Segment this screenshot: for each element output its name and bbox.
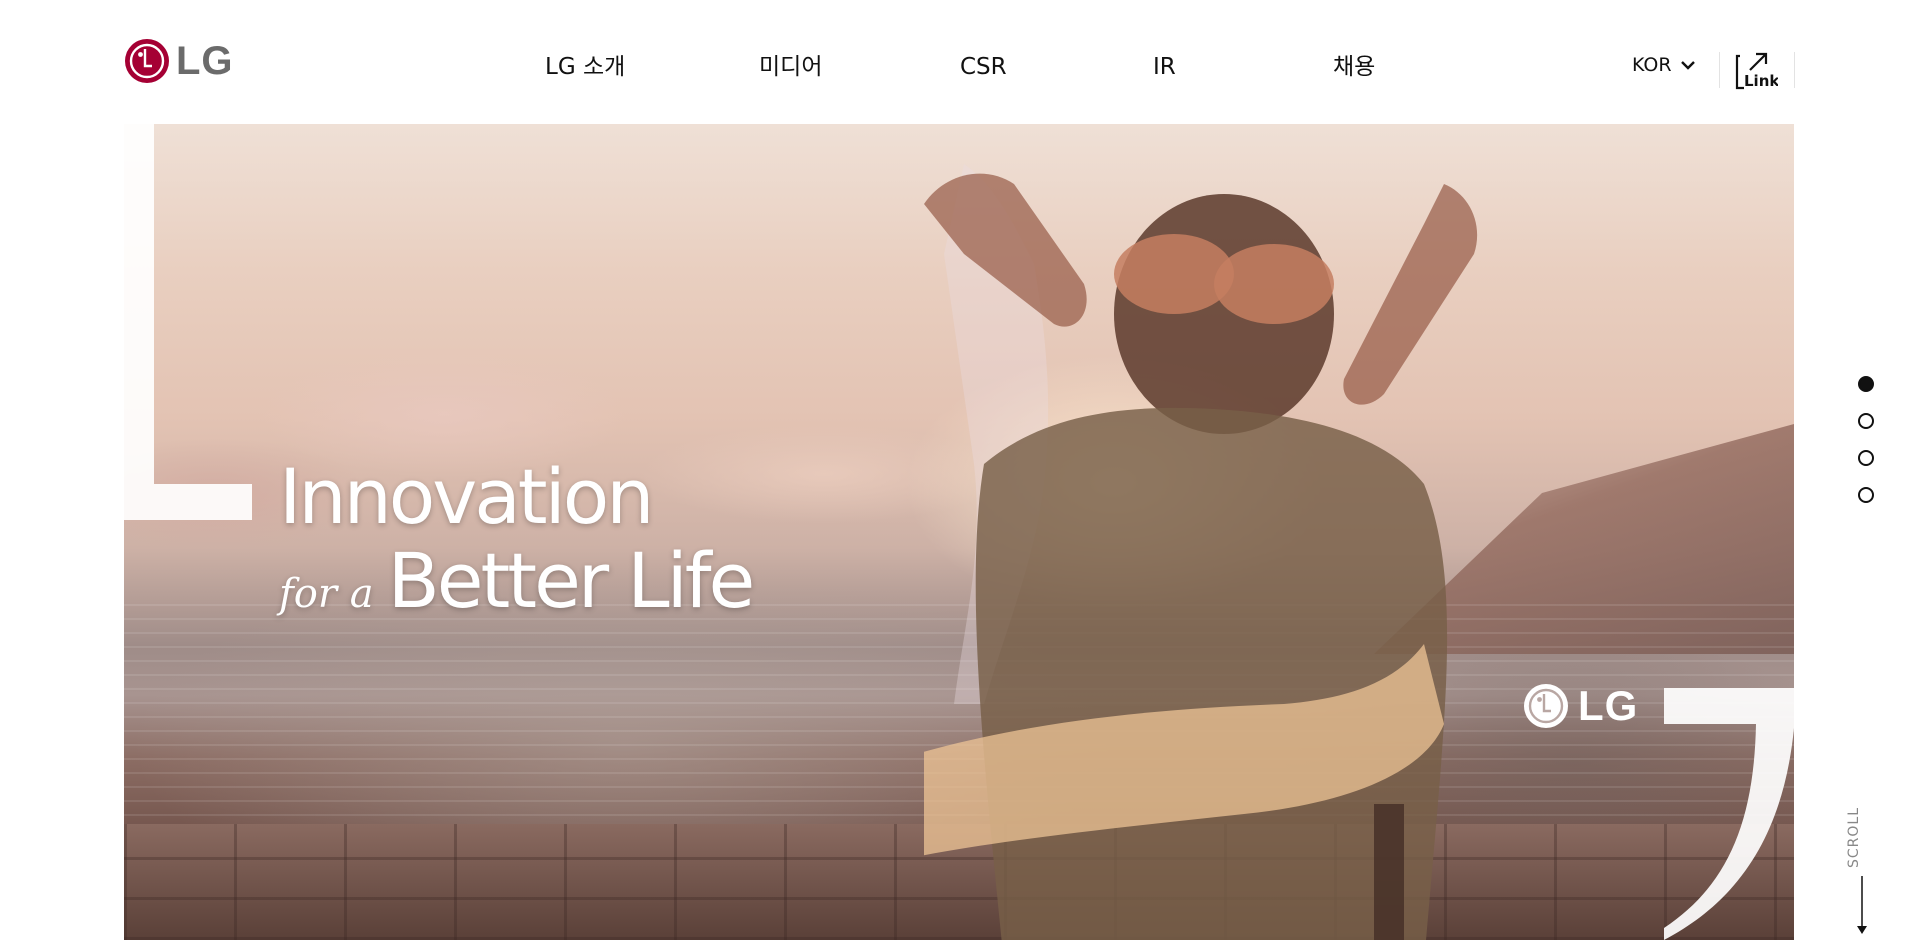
- hero-visual: Innovation for a Better Life LG: [124, 124, 1794, 940]
- divider: [1719, 52, 1720, 88]
- language-label: KOR: [1632, 54, 1672, 76]
- hero-person-image: [924, 164, 1478, 940]
- family-link-button[interactable]: Link: [1734, 48, 1780, 90]
- divider: [1794, 52, 1795, 88]
- tagline-better-life: Better Life: [387, 536, 756, 625]
- nav-item-csr[interactable]: CSR: [960, 52, 1007, 82]
- main-nav: LG 소개 미디어 CSR IR 채용: [0, 52, 1918, 82]
- lg-bracket-left-graphic: [124, 124, 252, 520]
- lg-logo-icon: [1524, 684, 1568, 728]
- hero-logo-text: LG: [1578, 682, 1639, 729]
- pager-dot-2[interactable]: [1858, 413, 1874, 429]
- pager-dot-3[interactable]: [1858, 450, 1874, 466]
- link-label: Link: [1744, 72, 1778, 90]
- site-header: LG LG 소개 미디어 CSR IR 채용 KOR Link: [0, 0, 1918, 124]
- hero-lg-logo: LG: [1522, 682, 1638, 730]
- nav-item-careers[interactable]: 채용: [1333, 52, 1375, 82]
- nav-item-about[interactable]: LG 소개: [545, 52, 625, 82]
- external-link-icon: Link: [1735, 52, 1780, 90]
- chevron-down-icon: [1680, 61, 1695, 70]
- scroll-indicator[interactable]: SCROLL: [1842, 796, 1882, 940]
- pager-dot-4[interactable]: [1858, 487, 1874, 503]
- language-selector[interactable]: KOR: [1632, 54, 1696, 76]
- tagline-for-a: for a: [279, 571, 374, 617]
- nav-item-media[interactable]: 미디어: [759, 52, 822, 82]
- scroll-label: SCROLL: [1846, 806, 1862, 868]
- lg-bracket-right-graphic: [1664, 688, 1794, 940]
- pager-dot-1[interactable]: [1858, 376, 1874, 392]
- tagline-second-line: for a Better Life: [279, 536, 756, 625]
- section-pager: [1858, 376, 1874, 503]
- nav-item-ir[interactable]: IR: [1153, 52, 1176, 82]
- hero-tagline: Innovation for a Better Life: [279, 452, 756, 626]
- arrow-down-icon: [1857, 876, 1867, 934]
- tagline-innovation: Innovation: [279, 452, 654, 541]
